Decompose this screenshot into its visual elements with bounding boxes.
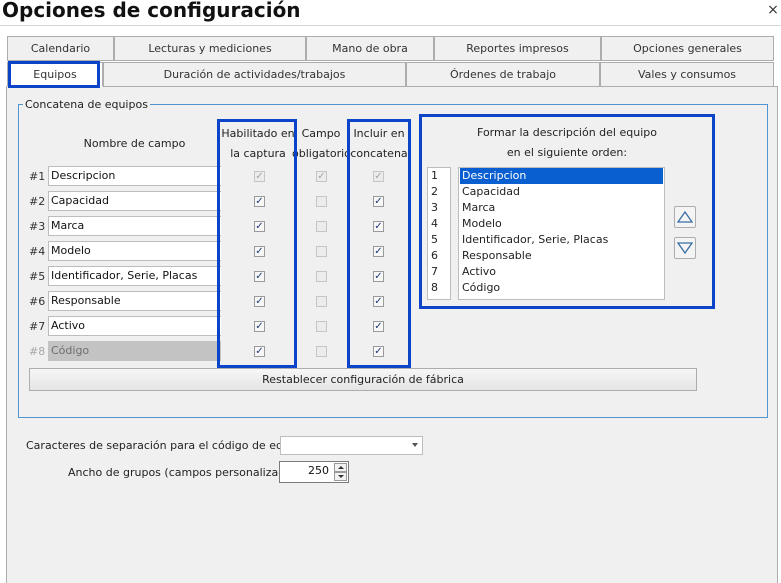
move-up-button[interactable]: [674, 206, 696, 228]
row-number: #3: [29, 220, 46, 233]
stepper-up-button[interactable]: [334, 463, 347, 472]
triangle-up-icon: [677, 210, 693, 223]
separator-label: Caracteres de separación para el código …: [26, 439, 311, 452]
order-title-line2: en el siguiente orden:: [506, 146, 628, 159]
row-number: #7: [29, 320, 46, 333]
field-name-input[interactable]: Marca: [48, 216, 221, 236]
header-field-name: Nombre de campo: [83, 137, 186, 150]
group-width-value: 250: [308, 464, 329, 477]
required-checkbox[interactable]: ✓: [316, 346, 327, 357]
required-checkbox[interactable]: ✓: [316, 271, 327, 282]
order-list-item[interactable]: Responsable: [460, 248, 663, 264]
separator-dropdown[interactable]: [280, 436, 423, 455]
order-title-line1: Formar la descripción del equipo: [477, 126, 657, 139]
row-number: #5: [29, 270, 46, 283]
tab-mano-de-obra[interactable]: Mano de obra: [306, 36, 434, 61]
order-list-item[interactable]: Identificador, Serie, Placas: [460, 232, 663, 248]
group-title: Concatena de equipos: [23, 98, 150, 111]
required-checkbox[interactable]: ✓: [316, 246, 327, 257]
tab-vales-consumos[interactable]: Vales y consumos: [600, 62, 774, 87]
field-name-input[interactable]: Identificador, Serie, Placas: [48, 266, 221, 286]
group-width-label: Ancho de grupos (campos personalizados):: [68, 466, 306, 479]
title-divider: [0, 25, 781, 26]
order-list-item[interactable]: Código: [460, 280, 663, 296]
tab-calendario[interactable]: Calendario: [7, 36, 114, 61]
field-name-input[interactable]: Modelo: [48, 241, 221, 261]
row-number: #1: [29, 170, 46, 183]
tab-ordenes-trabajo[interactable]: Órdenes de trabajo: [406, 62, 600, 87]
order-number: 4: [431, 217, 438, 230]
order-list-item[interactable]: Capacidad: [460, 184, 663, 200]
chevron-down-icon: [412, 443, 418, 447]
enabled-column-highlight: [217, 119, 297, 368]
group-width-stepper[interactable]: 250: [279, 461, 349, 483]
order-number: 1: [431, 169, 438, 182]
caret-down-icon: [338, 475, 344, 478]
tab-equipos-highlight: [8, 61, 100, 88]
row-number: #8: [29, 345, 46, 358]
order-listbox[interactable]: Descripcion Capacidad Marca Modelo Ident…: [458, 167, 665, 300]
order-list-item[interactable]: Marca: [460, 200, 663, 216]
field-name-input[interactable]: Activo: [48, 316, 221, 336]
required-checkbox[interactable]: ✓: [316, 221, 327, 232]
order-number: 8: [431, 281, 438, 294]
order-list-item[interactable]: Modelo: [460, 216, 663, 232]
caret-up-icon: [338, 466, 344, 469]
required-checkbox[interactable]: ✓: [316, 296, 327, 307]
required-checkbox: ✓: [316, 171, 327, 182]
include-column-highlight: [347, 119, 411, 368]
close-icon[interactable]: ×: [766, 2, 780, 18]
triangle-down-icon: [677, 242, 693, 255]
required-checkbox[interactable]: ✓: [316, 321, 327, 332]
field-name-input[interactable]: Capacidad: [48, 191, 221, 211]
row-number: #2: [29, 195, 46, 208]
reset-factory-button[interactable]: Restablecer configuración de fábrica: [29, 368, 697, 391]
field-name-input: Código: [48, 341, 221, 361]
stepper-down-button[interactable]: [334, 472, 347, 481]
row-number: #6: [29, 295, 46, 308]
order-number: 6: [431, 249, 438, 262]
order-list-item[interactable]: Activo: [460, 264, 663, 280]
field-name-input[interactable]: Responsable: [48, 291, 221, 311]
tab-duracion-actividades[interactable]: Duración de actividades/trabajos: [103, 62, 406, 87]
move-down-button[interactable]: [674, 237, 696, 259]
order-number: 5: [431, 233, 438, 246]
order-number: 2: [431, 185, 438, 198]
tab-opciones-generales[interactable]: Opciones generales: [601, 36, 774, 61]
required-checkbox[interactable]: ✓: [316, 196, 327, 207]
order-number: 3: [431, 201, 438, 214]
order-number: 7: [431, 265, 438, 278]
field-name-input[interactable]: Descripcion: [48, 166, 221, 186]
tab-reportes-impresos[interactable]: Reportes impresos: [434, 36, 601, 61]
tab-lecturas-mediciones[interactable]: Lecturas y mediciones: [114, 36, 306, 61]
header-required-line1: Campo: [301, 127, 341, 140]
order-list-item-selected[interactable]: Descripcion: [460, 168, 663, 184]
order-numbers-column: 1 2 3 4 5 6 7 8: [427, 167, 451, 300]
window-title: Opciones de configuración: [2, 0, 301, 22]
row-number: #4: [29, 245, 46, 258]
header-required-line2: obligatorio: [292, 147, 351, 160]
